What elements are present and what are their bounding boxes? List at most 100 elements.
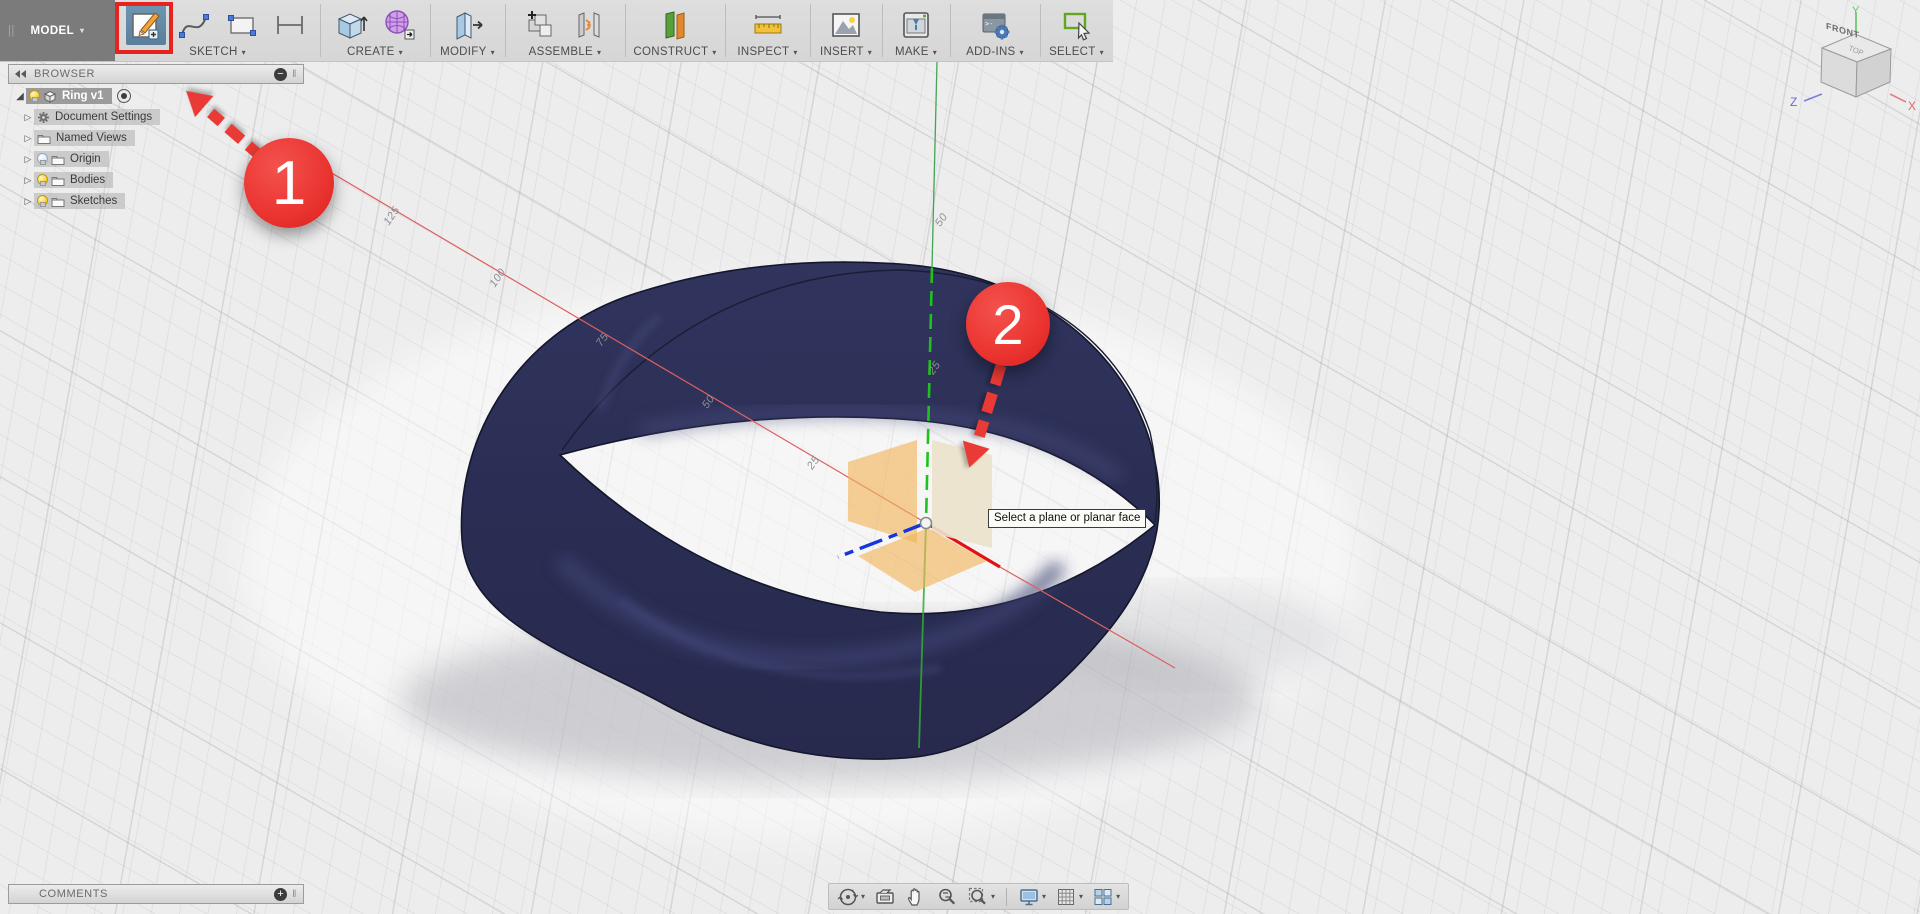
toolbar-group-inspect: INSPECT▾ (725, 0, 810, 61)
activate-component-radio[interactable] (117, 89, 131, 103)
comments-panel: COMMENTS + ‖ (8, 884, 304, 904)
chevron-down-icon: ▾ (80, 26, 84, 35)
folder-icon (51, 175, 65, 186)
menu-create[interactable]: CREATE▾ (347, 46, 403, 58)
minimize-panel-button[interactable]: − (274, 68, 287, 81)
menu-make[interactable]: MAKE▾ (895, 46, 937, 58)
chevron-down-icon: ▾ (491, 48, 495, 57)
browser-header[interactable]: BROWSER − ‖ (8, 64, 304, 84)
menu-modify[interactable]: MODIFY▾ (440, 46, 495, 58)
make-button[interactable] (896, 5, 936, 45)
grid-settings-button[interactable]: ▾ (1055, 886, 1083, 908)
viewports-button[interactable]: ▾ (1092, 886, 1120, 908)
sketch-dimension-button[interactable] (270, 5, 310, 45)
expander-icon[interactable]: ▷ (22, 175, 34, 186)
chevron-down-icon: ▾ (1100, 48, 1104, 57)
display-settings-button[interactable]: ▾ (1018, 886, 1046, 908)
navigation-toolbar: ▾ ▾ ▾ (828, 883, 1129, 910)
scripts-icon: >- (977, 7, 1013, 43)
expander-icon[interactable]: ▷ (22, 112, 34, 123)
panel-grip-icon[interactable]: ‖ (292, 69, 297, 80)
construct-plane-icon (657, 7, 693, 43)
toolbar-grip-icon[interactable]: || (8, 25, 15, 37)
panel-grip-icon[interactable]: ‖ (292, 889, 297, 900)
construct-plane-button[interactable] (655, 5, 695, 45)
add-ins-button[interactable]: >- (975, 5, 1015, 45)
press-pull-icon (450, 7, 486, 43)
expander-icon[interactable]: ◢ (14, 91, 26, 102)
zoom-icon (936, 886, 958, 908)
chevron-down-icon: ▾ (933, 48, 937, 57)
folder-icon (51, 196, 65, 207)
measure-button[interactable] (748, 5, 788, 45)
tree-row-named-views[interactable]: ▷ Named Views (8, 130, 304, 146)
comments-header[interactable]: COMMENTS + ‖ (8, 884, 304, 904)
visibility-bulb-icon[interactable] (37, 195, 46, 207)
expander-icon[interactable]: ▷ (22, 154, 34, 165)
visibility-bulb-icon[interactable] (37, 174, 46, 186)
toolbar-group-create: CREATE▾ (320, 0, 430, 61)
chevron-down-icon: ▾ (1020, 48, 1024, 57)
chevron-down-icon: ▾ (1079, 892, 1083, 901)
viewcube-z-axis (1804, 94, 1822, 101)
menu-sketch[interactable]: SKETCH▾ (189, 46, 246, 58)
tree-item-label: Document Settings (55, 111, 152, 123)
rectangle-icon (225, 8, 259, 42)
toolbar-group-construct: CONSTRUCT▾ (625, 0, 725, 61)
tree-row-document-settings[interactable]: ▷ Document Settings (8, 109, 304, 125)
viewcube[interactable]: Y Z X TOP FRONT RIGHT (1778, 2, 1918, 117)
gear-icon (37, 111, 50, 124)
spline-icon (177, 8, 211, 42)
create-solid-button[interactable] (331, 5, 371, 45)
visibility-bulb-off-icon[interactable] (37, 153, 46, 165)
toolbar-group-sketch: SKETCH▾ (115, 0, 320, 61)
chevron-down-icon: ▾ (399, 48, 403, 57)
orbit-button[interactable]: ▾ (837, 886, 865, 908)
tutorial-step-1-badge: 1 (244, 138, 334, 228)
press-pull-button[interactable] (448, 5, 488, 45)
menu-assemble[interactable]: ASSEMBLE▾ (529, 46, 602, 58)
main-toolbar: || MODEL ▾ (0, 0, 1113, 62)
workspace-label: MODEL (31, 25, 75, 37)
tree-item-label: Sketches (70, 195, 117, 207)
tree-item-label: Bodies (70, 174, 105, 186)
workspace-selector[interactable]: || MODEL ▾ (0, 0, 115, 61)
joint-button[interactable] (569, 5, 609, 45)
expander-icon[interactable]: ▷ (22, 133, 34, 144)
new-component-button[interactable] (521, 5, 561, 45)
menu-addins[interactable]: ADD-INS▾ (966, 46, 1024, 58)
create-sketch-button[interactable] (126, 5, 166, 45)
viewcube-y-label: Y (1852, 5, 1860, 17)
pan-hand-icon (905, 886, 927, 908)
tree-item-label: Origin (70, 153, 101, 165)
chevron-down-icon: ▾ (793, 48, 797, 57)
sketch-spline-button[interactable] (174, 5, 214, 45)
menu-inspect[interactable]: INSPECT▾ (737, 46, 797, 58)
toolbar-group-assemble: ASSEMBLE▾ (505, 0, 625, 61)
menu-construct[interactable]: CONSTRUCT▾ (633, 46, 716, 58)
expander-icon[interactable]: ▷ (22, 196, 34, 207)
create-form-button[interactable] (379, 5, 419, 45)
chevron-down-icon: ▾ (991, 892, 995, 901)
print-3d-icon (898, 7, 934, 43)
look-at-button[interactable] (874, 886, 896, 908)
chevron-down-icon: ▾ (1116, 892, 1120, 901)
zoom-window-button[interactable]: ▾ (967, 886, 995, 908)
menu-select[interactable]: SELECT▾ (1049, 46, 1104, 58)
insert-image-button[interactable] (826, 5, 866, 45)
sketch-rectangle-button[interactable] (222, 5, 262, 45)
menu-insert[interactable]: INSERT▾ (820, 46, 872, 58)
zoom-window-icon (967, 886, 989, 908)
pan-button[interactable] (905, 886, 927, 908)
collapse-panel-icon[interactable] (15, 70, 26, 78)
image-icon (828, 7, 864, 43)
orbit-icon (837, 886, 859, 908)
select-button[interactable] (1057, 5, 1097, 45)
visibility-bulb-icon[interactable] (29, 90, 38, 102)
folder-icon (51, 154, 65, 165)
zoom-button[interactable] (936, 886, 958, 908)
origin-point[interactable] (921, 518, 932, 529)
add-comment-button[interactable]: + (274, 888, 287, 901)
chevron-down-icon: ▾ (712, 48, 716, 57)
tree-row-root[interactable]: ◢ Ring v1 (8, 88, 304, 104)
